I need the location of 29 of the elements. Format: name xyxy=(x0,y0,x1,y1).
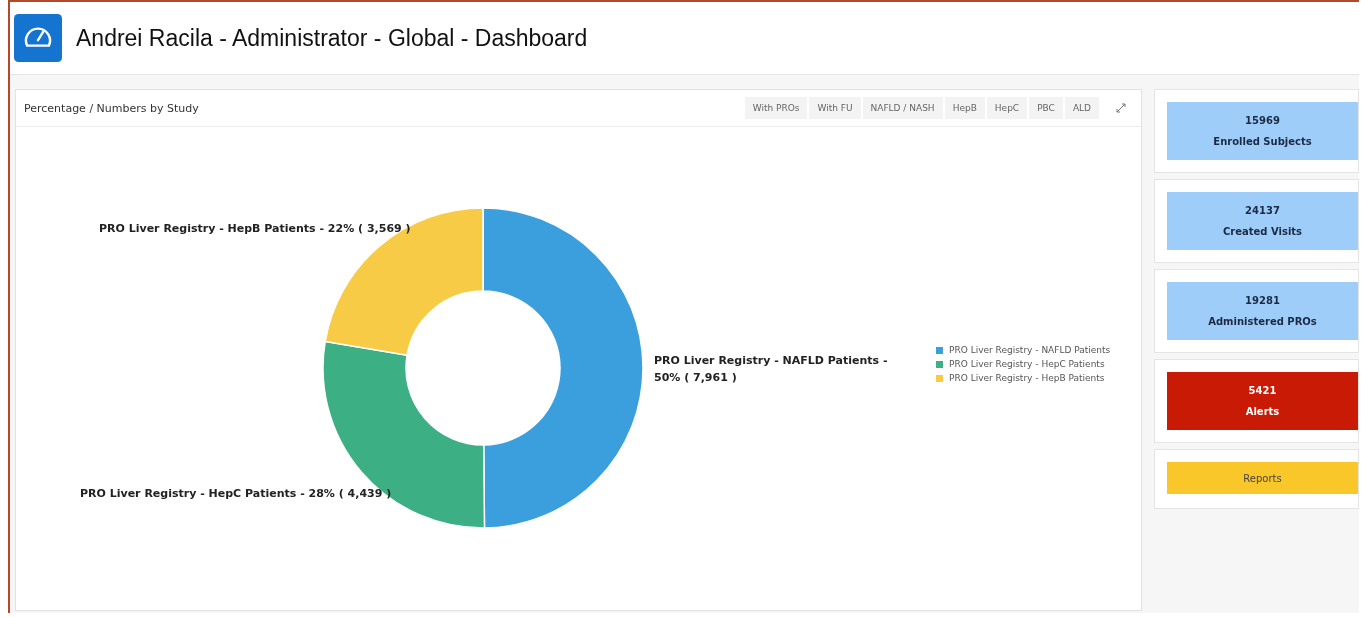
legend-label: PRO Liver Registry - NAFLD Patients xyxy=(949,345,1111,355)
legend-swatch xyxy=(936,360,943,368)
filter-button[interactable]: HepC xyxy=(986,97,1028,119)
speedometer-icon xyxy=(14,14,62,62)
stat-value: 15969 xyxy=(1245,115,1280,126)
reports-button[interactable]: Reports xyxy=(1167,462,1358,494)
stat-label: Alerts xyxy=(1245,406,1280,417)
stat-label: Created Visits xyxy=(1222,226,1303,237)
stat-value: 24137 xyxy=(1245,205,1280,216)
filter-button[interactable]: With FU xyxy=(809,97,861,119)
stat-label: Enrolled Subjects xyxy=(1213,136,1312,147)
filter-button[interactable]: NAFLD / NASH xyxy=(862,97,943,119)
legend-swatch xyxy=(936,346,943,354)
legend-label: PRO Liver Registry - HepC Patients xyxy=(949,359,1105,369)
filter-button[interactable]: HepB xyxy=(944,97,985,119)
data-label: PRO Liver Registry - HepB Patients - 22% ( 3,569 ) xyxy=(99,221,412,237)
filter-button[interactable]: With PROs xyxy=(744,97,808,119)
filter-button[interactable]: ALD xyxy=(1064,97,1099,119)
data-label: PRO Liver Registry - HepC Patients - 28% ( 4,439 ) xyxy=(80,486,393,502)
stat-label: Administered PROs xyxy=(1208,316,1317,327)
page-title: Andrei Racila - Administrator - Global - Dashboard xyxy=(76,24,588,52)
panel-title: Percentage / Numbers by Study xyxy=(24,101,199,115)
stat-value: 5421 xyxy=(1248,385,1277,396)
filter-button[interactable]: PBC xyxy=(1029,97,1063,119)
stat-value: 19281 xyxy=(1245,295,1280,306)
data-label: PRO Liver Registry - NAFLD Patients - 50% ( 7,961 ) xyxy=(654,353,889,386)
expand-icon[interactable] xyxy=(1115,102,1127,114)
legend-swatch xyxy=(936,374,943,382)
legend-label: PRO Liver Registry - HepB Patients xyxy=(949,373,1105,383)
